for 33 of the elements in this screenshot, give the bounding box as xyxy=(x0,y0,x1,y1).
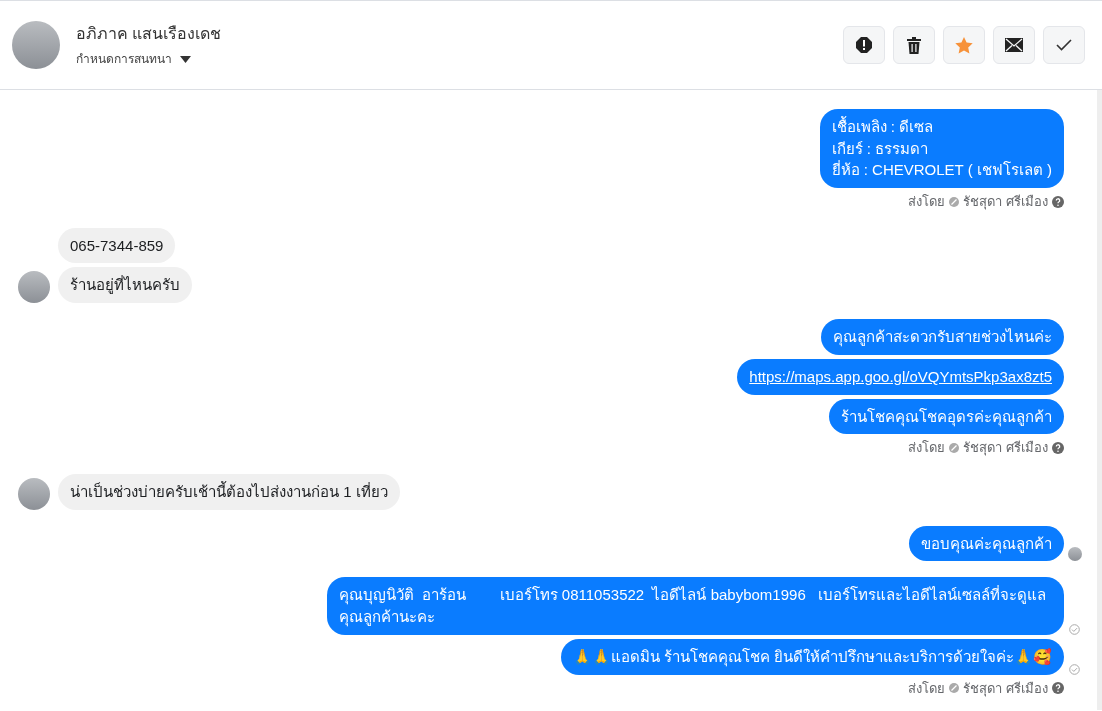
caret-icon xyxy=(180,55,191,63)
sender-name: รัชสุดา ศรีเมือง xyxy=(963,193,1048,212)
message-bubble: เชื้อเพลิง : ดีเซล เกียร์ : ธรรมดา ยี่ห้อ : CHEVROLET ( เชฟโรเลต ) xyxy=(819,108,1064,188)
trash-button[interactable] xyxy=(893,26,935,64)
message-bubble: ร้านอยู่ที่ไหนครับ xyxy=(58,267,192,303)
sender-name: รัชสุดา ศรีเมือง xyxy=(963,679,1048,698)
sent-by-label: ส่งโดย xyxy=(908,679,946,698)
star-button[interactable] xyxy=(943,26,985,64)
help-icon xyxy=(1052,682,1064,695)
message-bubble: คุณบุญนิวัติ อาร้อน เบอร์โทร 0811053522 ไอดีไลน์ babybom1996 เบอร์โทรและไอดีไลน์เซลล์ที่จะดูแลคุณลูกค้านะคะ xyxy=(327,577,1064,635)
message-bubble: ขอบคุณค่ะคุณลูกค้า xyxy=(909,525,1064,562)
message-link[interactable]: https://maps.app.goo.gl/oVQYmtsPkp3ax8zt5 xyxy=(749,367,1052,385)
message-bubble: คุณลูกค้าสะดวกรับสายช่วงไหนค่ะ xyxy=(821,319,1064,355)
contact-name: อภิภาค แสนเรืองเดช xyxy=(76,24,223,44)
sender-name: รัชสุดา ศรีเมือง xyxy=(963,439,1048,458)
message-bubble: ร้านโชคคุณโชคอุดรค่ะคุณลูกค้า xyxy=(829,398,1064,435)
sent-by-label: ส่งโดย xyxy=(908,439,946,458)
help-icon xyxy=(1052,442,1064,454)
avatar-photo xyxy=(18,477,50,510)
block-icon xyxy=(949,443,960,453)
message-bubble: น่าเป็นช่วงบ่ายครับเช้านี้ต้องไปส่งงานก่อน 1 เที่ยว xyxy=(58,473,400,510)
message-bubble: 065-7344-859 xyxy=(58,227,176,264)
block-icon xyxy=(949,683,960,694)
help-icon xyxy=(1052,195,1064,208)
check-button[interactable] xyxy=(1043,26,1085,64)
message-bubble: 🙏🙏แอดมิน ร้านโชคคุณโชค ยินดีให้คำปรึกษาและบริการด้วยใจค่ะ🙏🥰 xyxy=(560,638,1064,675)
alert-button[interactable] xyxy=(843,26,885,64)
mail-button[interactable] xyxy=(993,26,1035,64)
avatar-photo xyxy=(18,271,50,303)
avatar-photo xyxy=(12,21,60,69)
sent-by-label: ส่งโดย xyxy=(908,193,946,211)
block-icon xyxy=(949,196,960,207)
conversation-dropdown[interactable]: กำหนดการสนทนา xyxy=(76,50,172,68)
